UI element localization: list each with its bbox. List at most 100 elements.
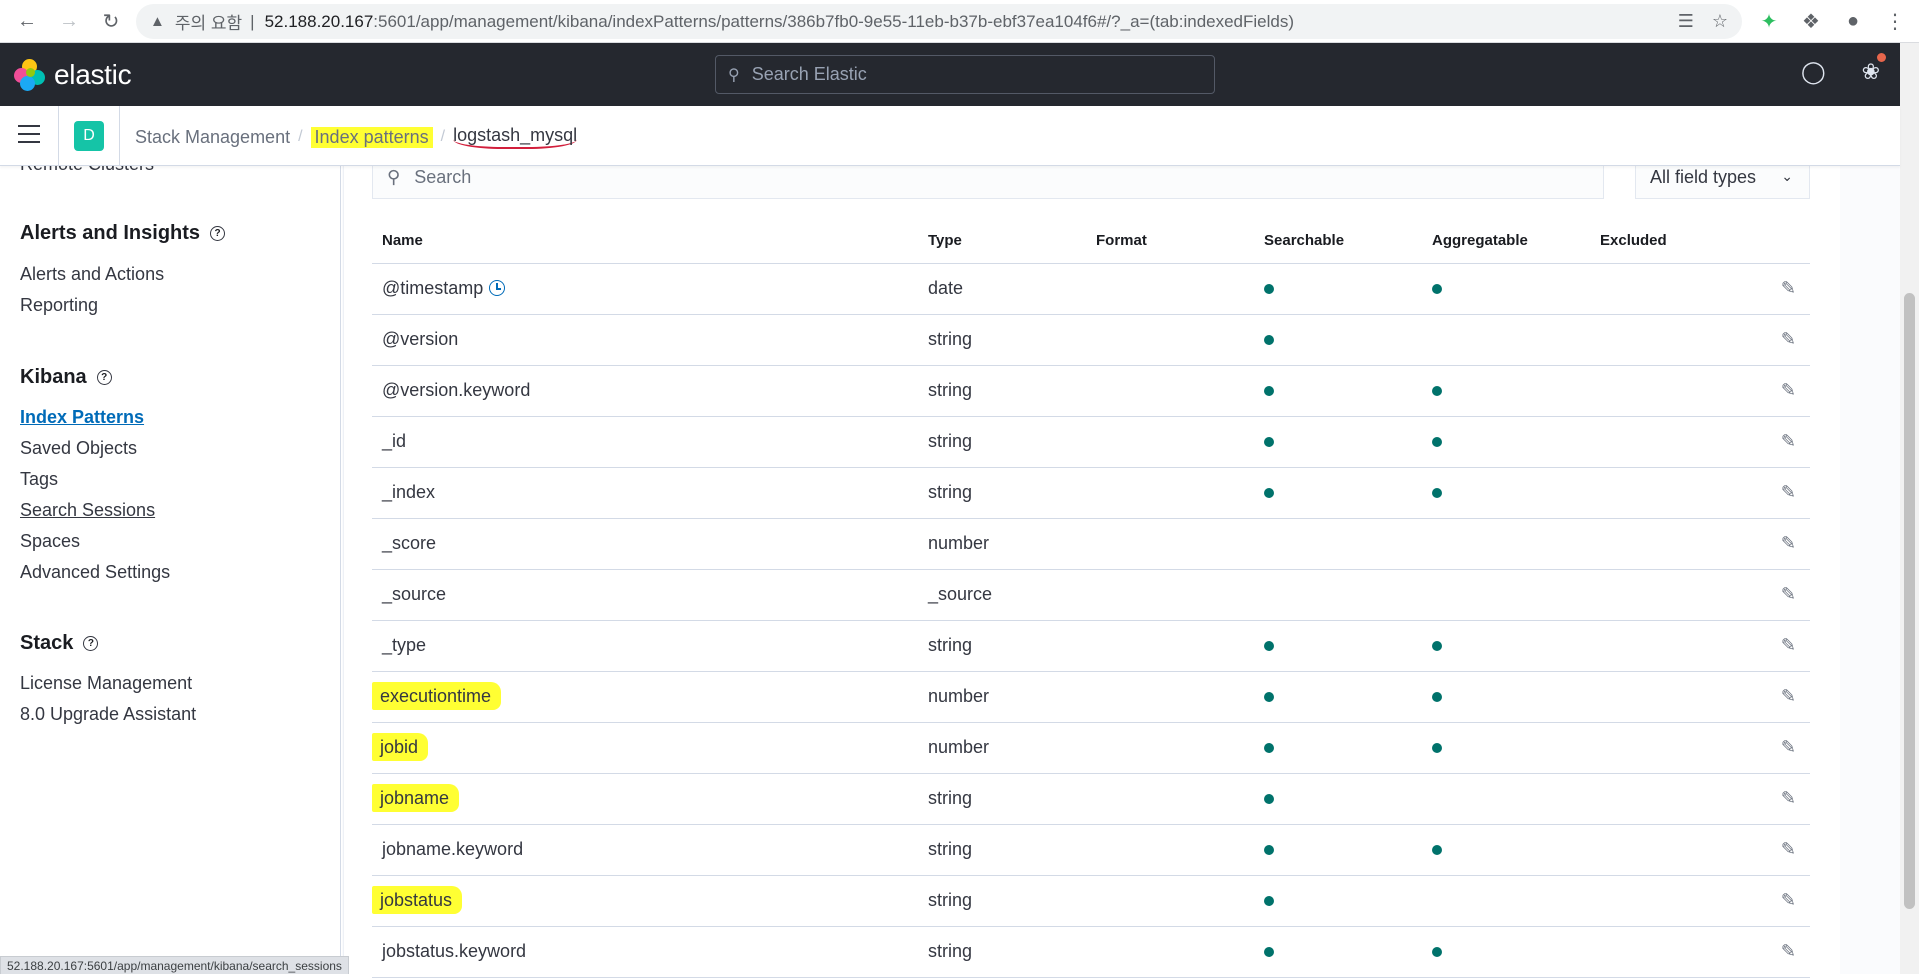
help-question-icon[interactable]: ? bbox=[210, 226, 226, 241]
field-searchable-cell bbox=[1254, 263, 1422, 315]
column-format[interactable]: Format bbox=[1086, 218, 1254, 264]
column-type[interactable]: Type bbox=[918, 218, 1086, 264]
global-search-input[interactable] bbox=[751, 64, 1192, 85]
edit-pencil-icon[interactable]: ✎ bbox=[1781, 686, 1796, 707]
help-icon[interactable]: ◯ bbox=[1801, 59, 1826, 85]
sidebar-item-tags[interactable]: Tags bbox=[20, 469, 58, 490]
field-name: jobid bbox=[372, 733, 429, 761]
field-aggregatable-cell bbox=[1422, 467, 1590, 519]
edit-pencil-icon[interactable]: ✎ bbox=[1781, 839, 1796, 860]
help-question-icon[interactable]: ? bbox=[96, 370, 112, 385]
field-name-cell: @version bbox=[372, 314, 918, 366]
field-searchable-cell bbox=[1254, 671, 1422, 723]
field-name-cell: jobid bbox=[372, 722, 918, 774]
sidebar-item-spaces[interactable]: Spaces bbox=[20, 531, 80, 552]
space-avatar[interactable]: D bbox=[74, 121, 104, 151]
field-type: date bbox=[918, 263, 1086, 315]
edit-pencil-icon[interactable]: ✎ bbox=[1781, 788, 1796, 809]
column-searchable[interactable]: Searchable bbox=[1254, 218, 1422, 264]
back-icon[interactable]: ← bbox=[12, 6, 42, 36]
edit-pencil-icon[interactable]: ✎ bbox=[1781, 941, 1796, 962]
field-searchable-cell bbox=[1254, 365, 1422, 417]
field-aggregatable-cell bbox=[1422, 518, 1590, 570]
table-row: @version.keyword string ✎ bbox=[372, 365, 1810, 417]
scrollbar-thumb[interactable] bbox=[1904, 293, 1915, 909]
field-name: executiontime bbox=[372, 682, 502, 710]
column-aggregatable[interactable]: Aggregatable bbox=[1422, 218, 1590, 264]
searchable-dot-icon bbox=[1264, 488, 1274, 498]
browser-menu-icon[interactable]: ⋮ bbox=[1882, 8, 1908, 34]
page-scrollbar[interactable] bbox=[1900, 43, 1919, 974]
searchable-dot-icon bbox=[1264, 794, 1274, 804]
field-name-cell: _index bbox=[372, 467, 918, 519]
reload-icon[interactable]: ↻ bbox=[96, 6, 126, 36]
field-format bbox=[1086, 569, 1254, 621]
table-row: _index string ✎ bbox=[372, 467, 1810, 519]
field-search-input[interactable] bbox=[414, 166, 1565, 188]
column-name[interactable]: Name bbox=[372, 218, 918, 264]
edit-pencil-icon[interactable]: ✎ bbox=[1781, 431, 1796, 452]
address-bar[interactable]: ▲ 주의 요함 | 52.188.20.167 :5601/app/manage… bbox=[136, 4, 1742, 39]
sidebar-item-advanced-settings[interactable]: Advanced Settings bbox=[20, 562, 170, 583]
field-type: _source bbox=[918, 569, 1086, 621]
global-search[interactable]: ⚲ bbox=[715, 55, 1215, 94]
fields-table: Name Type Format Searchable Aggregatable… bbox=[372, 218, 1810, 978]
field-searchable-cell bbox=[1254, 416, 1422, 468]
field-name: _type bbox=[382, 635, 427, 655]
profile-avatar-icon[interactable]: ● bbox=[1840, 8, 1866, 34]
section-alerts-insights: Alerts and Insights ? bbox=[20, 222, 226, 245]
edit-pencil-icon[interactable]: ✎ bbox=[1781, 737, 1796, 758]
searchable-dot-icon bbox=[1264, 692, 1274, 702]
field-actions: ✎ bbox=[1740, 365, 1810, 417]
notification-dot bbox=[1877, 53, 1886, 62]
kibana-header: elastic ⚲ ◯ ❀ bbox=[0, 43, 1900, 106]
edit-pencil-icon[interactable]: ✎ bbox=[1781, 584, 1796, 605]
field-aggregatable-cell bbox=[1422, 620, 1590, 672]
breadcrumb-stack-management[interactable]: Stack Management bbox=[135, 127, 290, 148]
edit-pencil-icon[interactable]: ✎ bbox=[1781, 635, 1796, 656]
field-name-cell: _type bbox=[372, 620, 918, 672]
forward-icon[interactable]: → bbox=[54, 6, 84, 36]
edit-pencil-icon[interactable]: ✎ bbox=[1781, 278, 1796, 299]
searchable-dot-icon bbox=[1264, 386, 1274, 396]
evernote-extension-icon[interactable]: ✦ bbox=[1756, 8, 1782, 34]
sidebar-item-alerts-actions[interactable]: Alerts and Actions bbox=[20, 264, 164, 285]
url-path: :5601/app/management/kibana/indexPattern… bbox=[373, 11, 1295, 31]
sidebar-item-saved-objects[interactable]: Saved Objects bbox=[20, 438, 137, 459]
table-row: _id string ✎ bbox=[372, 416, 1810, 468]
field-name: _source bbox=[382, 584, 447, 604]
searchable-dot-icon bbox=[1264, 743, 1274, 753]
sidebar-item-reporting[interactable]: Reporting bbox=[20, 295, 98, 316]
elastic-logo[interactable]: elastic bbox=[14, 59, 132, 91]
help-question-icon[interactable]: ? bbox=[83, 636, 99, 651]
breadcrumb-separator: / bbox=[440, 128, 446, 145]
url-separator: | bbox=[250, 11, 255, 31]
column-excluded[interactable]: Excluded bbox=[1590, 218, 1740, 264]
sidebar-item-search-sessions[interactable]: Search Sessions bbox=[20, 500, 155, 521]
edit-pencil-icon[interactable]: ✎ bbox=[1781, 533, 1796, 554]
edit-pencil-icon[interactable]: ✎ bbox=[1781, 380, 1796, 401]
field-actions: ✎ bbox=[1740, 569, 1810, 621]
sidebar-item-index-patterns[interactable]: Index Patterns bbox=[20, 407, 144, 428]
management-sidebar: Remote Clusters Alerts and Insights ? Al… bbox=[0, 166, 341, 974]
news-feed-icon[interactable]: ❀ bbox=[1862, 53, 1886, 85]
translate-icon[interactable]: ☰ bbox=[1678, 11, 1694, 32]
breadcrumb-index-patterns[interactable]: Index patterns bbox=[310, 126, 433, 148]
menu-toggle-icon[interactable] bbox=[18, 125, 40, 145]
sidebar-item-remote-clusters[interactable]: Remote Clusters bbox=[20, 166, 154, 175]
table-row: jobname.keyword string ✎ bbox=[372, 824, 1810, 876]
extensions-puzzle-icon[interactable]: ❖ bbox=[1798, 8, 1824, 34]
aggregatable-dot-icon bbox=[1432, 947, 1442, 957]
sidebar-item-upgrade-assistant[interactable]: 8.0 Upgrade Assistant bbox=[20, 704, 196, 725]
edit-pencil-icon[interactable]: ✎ bbox=[1781, 329, 1796, 350]
aggregatable-dot-icon bbox=[1432, 641, 1442, 651]
field-actions: ✎ bbox=[1740, 875, 1810, 927]
field-aggregatable-cell bbox=[1422, 263, 1590, 315]
edit-pencil-icon[interactable]: ✎ bbox=[1781, 890, 1796, 911]
edit-pencil-icon[interactable]: ✎ bbox=[1781, 482, 1796, 503]
sidebar-item-license-management[interactable]: License Management bbox=[20, 673, 192, 694]
warning-icon[interactable]: ▲ bbox=[150, 13, 165, 30]
bookmark-star-icon[interactable]: ☆ bbox=[1712, 11, 1728, 32]
field-name: _score bbox=[382, 533, 437, 553]
field-aggregatable-cell bbox=[1422, 773, 1590, 825]
